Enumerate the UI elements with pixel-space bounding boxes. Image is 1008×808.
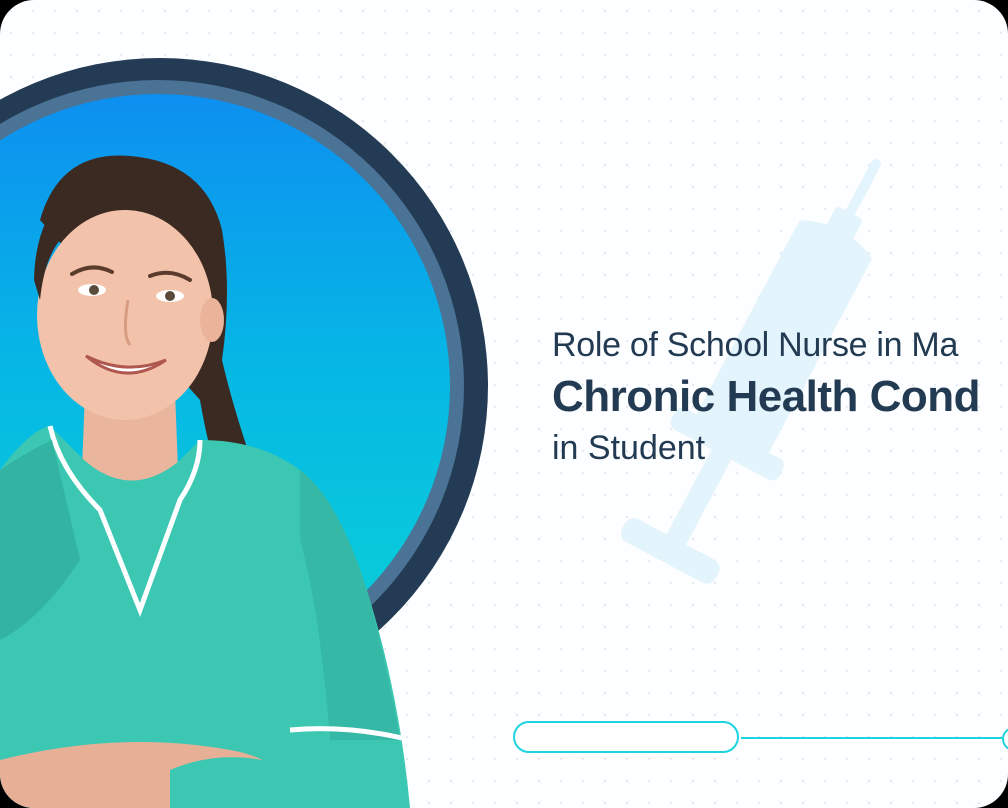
title-line-1: Role of School Nurse in Ma bbox=[552, 326, 959, 364]
slide-progress-end-dot bbox=[1002, 727, 1008, 751]
title-line-2: Chronic Health Cond bbox=[552, 372, 981, 421]
slide-progress-track bbox=[741, 737, 1008, 739]
slide-progress-pill bbox=[513, 721, 739, 753]
banner-card: Role of School Nurse in Ma Chronic Healt… bbox=[0, 0, 1008, 808]
title-line-3: in Student bbox=[552, 429, 706, 467]
nurse-photo bbox=[0, 155, 410, 808]
headline: Role of School Nurse in Ma Chronic Healt… bbox=[552, 322, 981, 470]
